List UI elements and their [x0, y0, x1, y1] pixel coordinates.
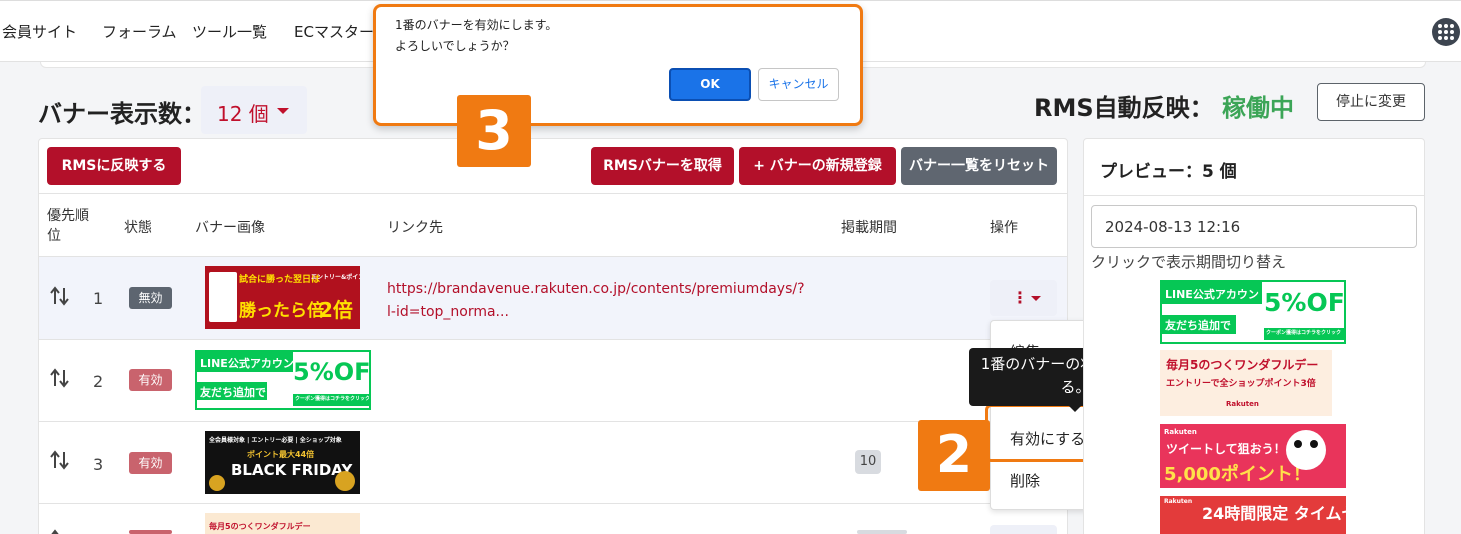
sort-arrows-icon[interactable] [49, 528, 71, 534]
new-banner-button[interactable]: + バナーの新規登録 [739, 147, 896, 185]
ok-button[interactable]: OK [669, 68, 751, 101]
step-marker-2: 2 [918, 420, 990, 491]
divider [39, 339, 1067, 340]
nav-tool-list[interactable]: ツール一覧 [192, 21, 267, 42]
period-badge [857, 530, 907, 534]
nav-member-site[interactable]: 会員サイト [2, 21, 77, 42]
banner-image-eagles: 試合に勝った翌日は エントリー&ポイント 勝ったら倍 2倍 [205, 266, 360, 329]
divider [39, 421, 1067, 422]
preview-banner-tweet: Rakuten ツイートして狙おう！ 5,000ポイント！ [1160, 424, 1346, 488]
nav-forum[interactable]: フォーラム [102, 21, 177, 42]
period-badge: 10 [855, 450, 881, 474]
preview-hint: クリックで表示期間切り替え [1091, 253, 1287, 271]
get-rms-banner-button[interactable]: RMSバナーを取得 [591, 147, 734, 185]
tooltip-arrow [1068, 405, 1082, 412]
caret-down-icon [277, 108, 289, 114]
banner-count-value: 12 個 [217, 102, 269, 126]
row-number: 2 [93, 372, 104, 391]
dialog-message-line1: 1番のバナーを有効にします。 [395, 18, 558, 32]
reflect-rms-button[interactable]: RMSに反映する [47, 147, 181, 185]
banner-image-line: LINE公式アカウント 友だち追加で 5%OFF クーポン獲得はコチラをクリック [195, 350, 371, 410]
banner-image-wonderful: 毎月5のつくワンダフルデー [205, 513, 360, 534]
status-badge: 無効 [129, 287, 172, 309]
banner-link[interactable]: https://brandavenue.rakuten.co.jp/conten… [387, 278, 805, 324]
status-badge [129, 530, 172, 534]
preview-banner-timesale: Rakuten 24時間限定 タイムセール [1160, 496, 1346, 534]
sort-arrows-icon[interactable] [49, 367, 71, 389]
rms-status: 稼働中 [1222, 94, 1294, 122]
preview-title: プレビュー：5 個 [1100, 162, 1237, 182]
header-link: リンク先 [387, 220, 443, 236]
step-marker-3: 3 [457, 95, 531, 167]
status-badge: 有効 [129, 452, 172, 474]
cancel-button[interactable]: キャンセル [758, 68, 839, 101]
preview-banner-wonderful: 毎月5のつくワンダフルデー エントリーで全ショップポイント3倍 Rakuten [1160, 350, 1332, 416]
actions-menu-button[interactable] [990, 525, 1057, 534]
status-badge: 有効 [129, 369, 172, 391]
dialog-message-line2: よろしいでしょうか？ [395, 39, 515, 53]
row-number: 3 [93, 455, 104, 474]
row-number: 1 [93, 289, 104, 308]
header-period: 掲載期間 [841, 220, 897, 236]
header-image: バナー画像 [195, 220, 265, 236]
preview-datetime-input[interactable]: 2024-08-13 12:16 [1091, 205, 1417, 248]
sort-arrows-icon[interactable] [49, 449, 71, 471]
divider [1084, 195, 1424, 196]
rms-auto-label: RMS自動反映： [1034, 94, 1214, 122]
reset-list-button[interactable]: バナー一覧をリセット [901, 147, 1057, 185]
header-priority: 優先順位 [47, 208, 89, 244]
menu-item-delete[interactable]: 削除 [1010, 470, 1040, 491]
kebab-icon: ⋮ [1012, 288, 1028, 307]
divider [39, 193, 1067, 194]
preview-banner-line: LINE公式アカウント 友だち追加で 5%OFF クーポン獲得はコチラをクリック [1160, 280, 1346, 344]
divider [39, 503, 1067, 504]
stop-button[interactable]: 停止に変更 [1317, 83, 1425, 121]
banner-count-label: バナー表示数： [38, 100, 206, 128]
header-status: 状態 [124, 220, 152, 236]
banner-image-black-friday: 全会員様対象 | エントリー必要 | 全ショップ対象 ポイント最大44倍 BLA… [205, 431, 360, 494]
sort-arrows-icon[interactable] [49, 285, 71, 307]
caret-down-icon [1031, 296, 1041, 301]
actions-menu-button[interactable]: ⋮ [990, 280, 1057, 316]
header-ops: 操作 [990, 220, 1018, 236]
banner-count-select[interactable]: 12 個 [201, 86, 307, 134]
apps-grid-icon[interactable] [1432, 18, 1460, 46]
